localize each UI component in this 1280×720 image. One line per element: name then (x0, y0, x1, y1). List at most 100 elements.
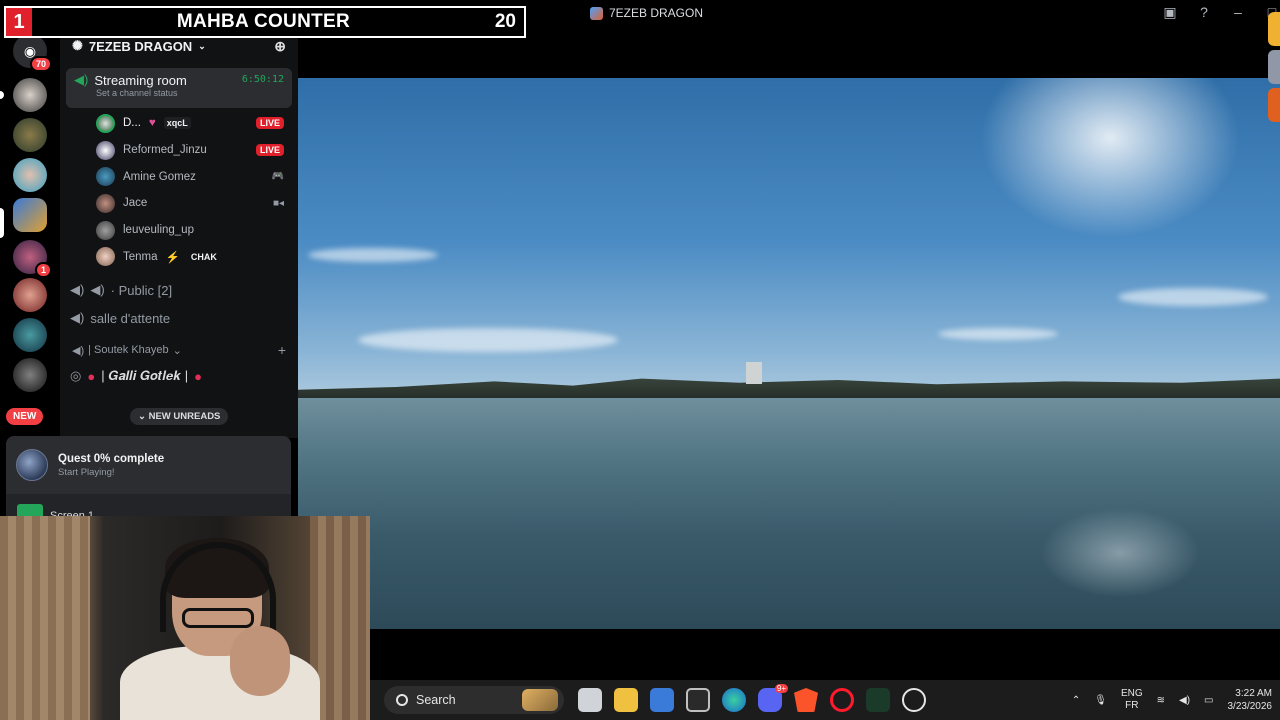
user-tag: CHAK (190, 251, 217, 262)
minimize-icon[interactable]: – (1230, 4, 1246, 21)
quest-panel[interactable]: Quest 0% complete Start Playing! (6, 436, 291, 494)
server-button[interactable] (13, 278, 47, 312)
direct-messages-button[interactable]: ◉ 70 (13, 34, 52, 72)
clock-date: 3/23/2026 (1227, 701, 1273, 712)
chevron-down-icon: ⌄ (172, 344, 182, 357)
server-button[interactable] (13, 318, 47, 352)
webcam-overlay (0, 516, 370, 720)
speaker-icon: ◀) (70, 310, 85, 326)
voice-user[interactable]: leuveuling_up (60, 217, 298, 244)
help-icon[interactable]: ? (1196, 4, 1212, 21)
server-avatar (13, 278, 47, 312)
task-view-icon[interactable] (578, 688, 602, 712)
store-icon[interactable] (650, 688, 674, 712)
search-icon (396, 694, 408, 706)
red-dot-icon: ● (87, 368, 96, 384)
overlay-widget (1268, 88, 1280, 122)
heart-icon: ♥ (148, 117, 156, 130)
new-unreads-label: NEW UNREADS (148, 411, 221, 422)
opera-icon[interactable] (830, 688, 854, 712)
sun-glare (980, 78, 1240, 238)
clock[interactable]: 3:22 AM 3/23/2026 (1228, 687, 1273, 713)
user-name: leuveuling_up (123, 224, 194, 237)
stream-video[interactable] (298, 78, 1280, 629)
live-badge: LIVE (255, 117, 284, 130)
voice-user[interactable]: D... ♥ xqcL LIVE (60, 110, 298, 137)
discord-icon[interactable]: 9+ (758, 684, 788, 712)
new-unread-servers-button[interactable]: NEW (6, 408, 44, 425)
obs-icon[interactable] (902, 688, 926, 712)
new-unreads-button[interactable]: ⌄ NEW UNREADS (130, 408, 229, 425)
discord-badge: 9+ (774, 684, 788, 693)
window-title: 7EZEB DRAGON (590, 6, 703, 20)
category-soutek-khayeb[interactable]: ◀) | Soutek Khayeb ⌄ + (60, 338, 298, 362)
voice-channel-public[interactable]: ◀) ◀) · Public [2] (60, 276, 298, 304)
channel-status[interactable]: Set a channel status (96, 88, 284, 98)
server-avatar (13, 198, 47, 232)
microphone-icon[interactable]: 🎙 (1094, 695, 1107, 706)
voice-user[interactable]: Jace ■◂ (60, 190, 298, 217)
add-member-icon[interactable]: ⊕ (274, 38, 286, 55)
lightning-icon: ⚡ (165, 251, 180, 264)
quest-title: Quest 0% complete (58, 452, 165, 465)
language-indicator[interactable]: ENG FR (1121, 688, 1143, 712)
server-button[interactable] (13, 78, 47, 112)
unread-pill (0, 91, 4, 99)
curtain (0, 516, 90, 720)
server-avatar (13, 158, 47, 192)
server-button-active[interactable] (13, 198, 47, 232)
server-button[interactable]: 1 (13, 240, 52, 278)
server-rail: ◉ 70 1 (0, 28, 60, 438)
user-tag: xqcL (163, 117, 191, 130)
selected-pill (0, 208, 4, 238)
speaker-icon: ◀) (74, 72, 89, 87)
cloud (938, 328, 1058, 340)
app-icon[interactable] (866, 688, 890, 712)
stage-channel-galli[interactable]: ◎ ● | 𝑮𝒂𝒍𝒍𝒊 𝑮𝒐𝒕𝒍𝒆𝒌 | ● (60, 362, 298, 390)
counter-left-number: 1 (6, 8, 32, 36)
channel-name: Streaming room (94, 72, 187, 88)
system-tray: ⌃ 🎙 ENG FR ≋ ◀) ▭ 3:22 AM 3/23/2026 (1072, 680, 1280, 720)
avatar (96, 140, 115, 160)
inbox-icon[interactable]: ▣ (1162, 4, 1178, 21)
language-bottom: FR (1125, 700, 1139, 711)
add-channel-icon[interactable]: + (278, 342, 286, 358)
server-avatar (13, 318, 47, 352)
screen-share-row[interactable]: Screen 1 (6, 494, 291, 522)
edge-icon[interactable] (722, 688, 746, 712)
app-icon[interactable] (686, 688, 710, 712)
battery-icon[interactable]: ▭ (1204, 695, 1213, 706)
speaker-icon: ◀) (90, 282, 105, 298)
channel-name: salle d'attente (90, 310, 171, 326)
voice-user[interactable]: Reformed_Jinzu LIVE (60, 137, 298, 164)
user-name: Amine Gomez (123, 170, 196, 183)
voice-channel-salle[interactable]: ◀) salle d'attente (60, 304, 298, 332)
wifi-icon[interactable]: ≋ (1157, 695, 1165, 706)
video-camera-icon: ■◂ (272, 197, 284, 209)
overlay-edge-widgets (1268, 12, 1280, 132)
brave-icon[interactable] (794, 688, 818, 712)
speaker-icon: ◀) (70, 282, 85, 298)
voice-channel-streaming-room[interactable]: ◀) Streaming room Set a channel status 6… (66, 68, 292, 108)
glasses (182, 608, 254, 628)
voice-user[interactable]: Amine Gomez 🎮 (60, 163, 298, 190)
volume-icon[interactable]: ◀) (1179, 695, 1190, 706)
server-button[interactable] (13, 158, 47, 192)
channel-name: | 𝑮𝒂𝒍𝒍𝒊 𝑮𝒐𝒕𝒍𝒆𝒌 | (101, 368, 189, 384)
quest-subtitle: Start Playing! (58, 466, 115, 478)
quest-orb-icon (16, 449, 48, 481)
server-button[interactable] (13, 118, 47, 152)
avatar (96, 113, 115, 133)
chevron-up-icon[interactable]: ⌃ (1072, 695, 1080, 706)
file-explorer-icon[interactable] (614, 688, 638, 712)
taskbar-search[interactable]: Search (384, 686, 564, 714)
window-title-text: 7EZEB DRAGON (609, 6, 704, 20)
avatar (96, 167, 115, 187)
search-placeholder: Search (416, 693, 456, 707)
counter-value: 20 (494, 11, 516, 32)
activity-icon: 🎮 (271, 171, 284, 183)
stage-icon: ◎ (70, 368, 82, 384)
server-button[interactable] (13, 358, 47, 392)
voice-user[interactable]: Tenma ⚡ CHAK (60, 243, 298, 270)
channel-sidebar: ✺ 7EZEB DRAGON ⌄ ⊕ ◀) Streaming room Set… (60, 28, 298, 438)
